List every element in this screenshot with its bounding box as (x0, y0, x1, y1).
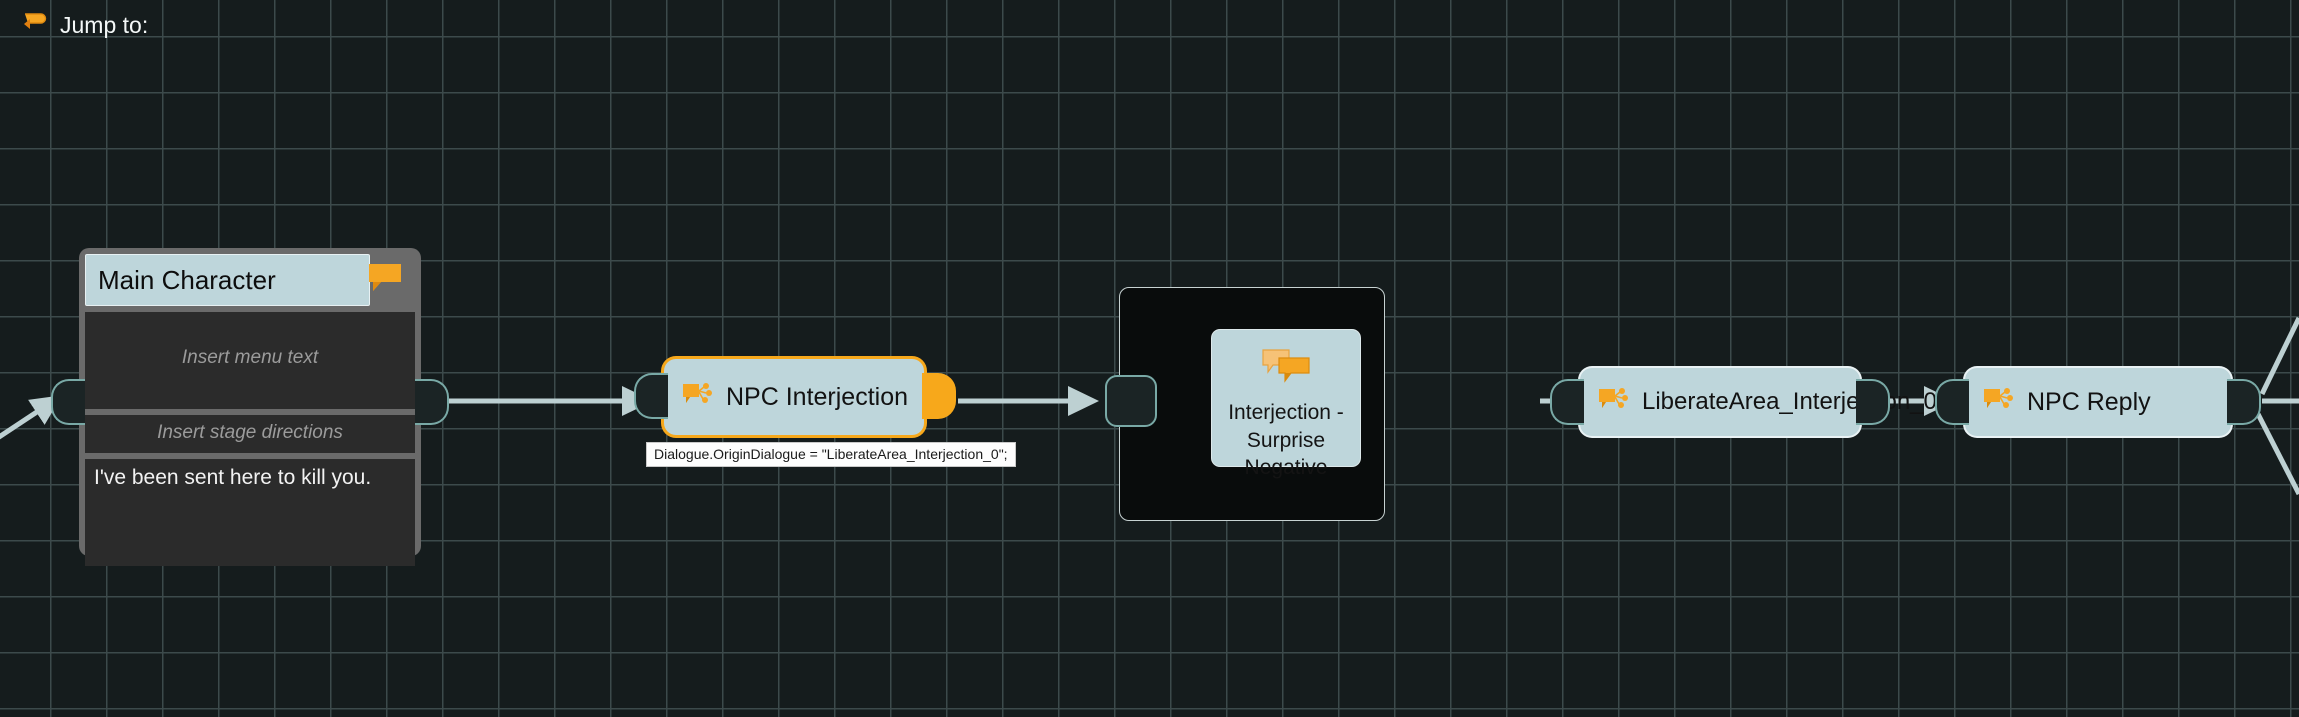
main-character-output-pin[interactable] (415, 379, 449, 425)
npc-interjection-input-pin[interactable] (634, 373, 668, 419)
main-character-title-field[interactable]: Main Character (85, 254, 370, 306)
npc-dialogue-icon (1598, 387, 1628, 418)
liberate-area-output-pin[interactable] (1856, 379, 1890, 425)
node-main-character[interactable]: Main Character Insert menu text Insert s… (51, 248, 449, 566)
node-npc-interjection[interactable]: NPC Interjection (634, 359, 956, 435)
node-npc-reply[interactable]: NPC Reply (1935, 368, 2261, 436)
liberate-area-label: LiberateArea_Interjection_0 (1642, 387, 1937, 415)
liberate-area-input-pin[interactable] (1550, 379, 1584, 425)
node-liberate-area-interjection[interactable]: LiberateArea_Interjection_0 (1550, 368, 1937, 436)
main-character-stage-directions-field[interactable]: Insert stage directions (85, 415, 415, 453)
edge-incoming-left (0, 395, 63, 440)
main-character-input-pin[interactable] (51, 379, 85, 425)
jump-arrow-icon (20, 11, 48, 39)
jump-group-entry-pin[interactable] (1105, 375, 1157, 427)
speech-bubble-icon (369, 264, 401, 291)
two-speech-bubbles-icon (1262, 349, 1310, 383)
jump-target-label: Interjection - Surprise Negative (1228, 401, 1344, 479)
edge-reply-out-down (2255, 412, 2299, 496)
npc-dialogue-icon (1983, 387, 2013, 418)
edge-reply-out-up (2259, 316, 2299, 396)
npc-interjection-label: NPC Interjection (726, 383, 909, 411)
npc-reply-output-pin[interactable] (2227, 379, 2261, 425)
jump-to-header-label: Jump to: (60, 11, 149, 38)
npc-interjection-script-caption: Dialogue.OriginDialogue = "LiberateArea_… (646, 442, 1016, 467)
jump-target-node[interactable]: Interjection - Surprise Negative (1212, 330, 1360, 479)
main-character-dialogue-text[interactable]: I've been sent here to kill you. (85, 459, 415, 566)
node-graph-canvas[interactable]: Main Character Insert menu text Insert s… (0, 0, 2299, 717)
npc-dialogue-icon (682, 382, 712, 413)
npc-reply-input-pin[interactable] (1935, 379, 1969, 425)
main-character-menu-text-field[interactable]: Insert menu text (85, 312, 415, 409)
jump-to-header: Jump to: (20, 11, 148, 39)
npc-interjection-output-pin[interactable] (922, 373, 956, 419)
npc-reply-label: NPC Reply (2027, 388, 2151, 416)
